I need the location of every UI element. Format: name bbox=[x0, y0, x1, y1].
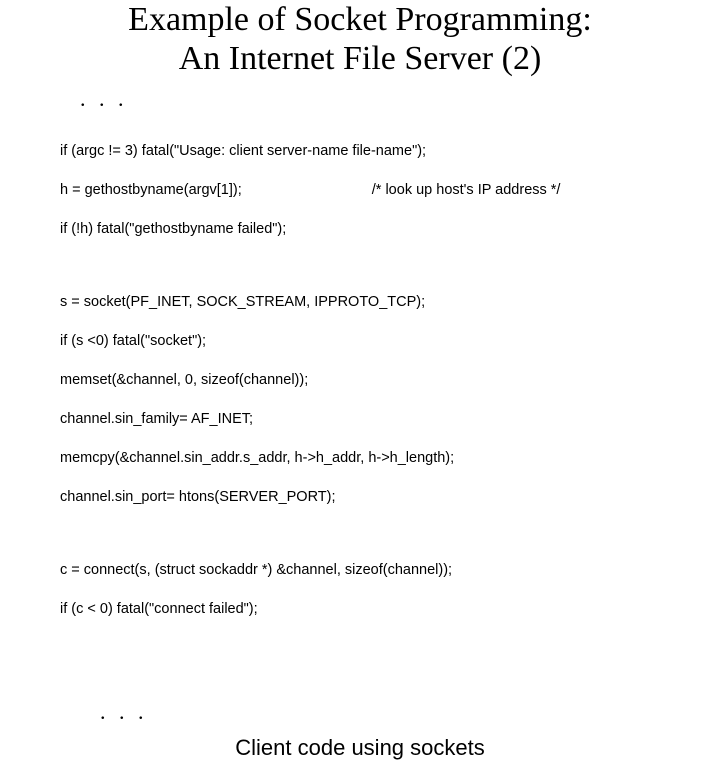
title-line-2: An Internet File Server (2) bbox=[179, 40, 542, 77]
code-line: channel.sin_family= AF_INET; bbox=[60, 410, 720, 430]
code-line: if (s <0) fatal("socket"); bbox=[60, 332, 720, 352]
code-line: if (!h) fatal("gethostbyname failed"); bbox=[60, 220, 720, 240]
ellipsis-bottom: . . . bbox=[100, 699, 720, 725]
code-line: memset(&channel, 0, sizeof(channel)); bbox=[60, 371, 720, 391]
code-line: channel.sin_port= htons(SERVER_PORT); bbox=[60, 488, 720, 508]
slide-title: Example of Socket Programming: An Intern… bbox=[0, 0, 720, 78]
code-block: if (argc != 3) fatal("Usage: client serv… bbox=[60, 122, 720, 639]
code-line: s = socket(PF_INET, SOCK_STREAM, IPPROTO… bbox=[60, 293, 720, 313]
ellipsis-top: . . . bbox=[80, 86, 720, 112]
code-comment: /* look up host's IP address */ bbox=[372, 181, 561, 201]
blank-line bbox=[60, 259, 720, 273]
code-line: if (c < 0) fatal("connect failed"); bbox=[60, 600, 720, 620]
code-text: h = gethostbyname(argv[1]); bbox=[60, 182, 242, 198]
code-line: h = gethostbyname(argv[1]); /* look up ho… bbox=[60, 181, 720, 201]
code-line: c = connect(s, (struct sockaddr *) &chan… bbox=[60, 561, 720, 581]
code-line: if (argc != 3) fatal("Usage: client serv… bbox=[60, 142, 720, 162]
caption: Client code using sockets bbox=[0, 735, 720, 761]
title-line-1: Example of Socket Programming: bbox=[128, 1, 592, 38]
blank-line bbox=[60, 527, 720, 541]
code-line: memcpy(&channel.sin_addr.s_addr, h->h_ad… bbox=[60, 449, 720, 469]
